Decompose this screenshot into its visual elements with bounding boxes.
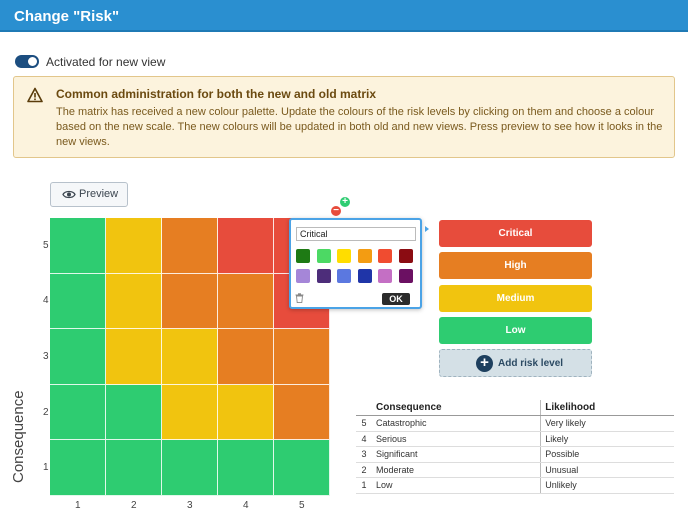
matrix-cell[interactable] — [218, 218, 274, 274]
column-header-likelihood: Likelihood — [540, 400, 674, 416]
alert-body: The matrix has received a new colour pal… — [56, 106, 663, 148]
matrix-cell[interactable] — [106, 329, 162, 385]
color-swatch[interactable] — [337, 269, 351, 283]
add-risk-level-button[interactable]: + Add risk level — [439, 349, 592, 377]
toggle-label: Activated for new view — [46, 55, 166, 69]
activation-toggle[interactable] — [15, 55, 39, 68]
color-swatch[interactable] — [316, 249, 331, 263]
color-swatch[interactable] — [357, 269, 372, 283]
color-swatch[interactable] — [357, 249, 372, 263]
column-header-number — [356, 400, 372, 416]
risk-matrix — [50, 218, 330, 496]
matrix-cell[interactable] — [274, 440, 330, 496]
y-axis-label: Consequence — [10, 390, 27, 483]
caret-icon — [425, 226, 429, 232]
plus-circle-icon[interactable]: + — [340, 197, 350, 207]
matrix-cell[interactable] — [50, 384, 106, 441]
color-swatch[interactable] — [296, 269, 310, 283]
scale-table: Consequence Likelihood 5 Catastrophic Ve… — [356, 400, 674, 494]
likelihood-cell: Likely — [540, 431, 674, 447]
color-swatch[interactable] — [316, 269, 331, 283]
risk-level-low[interactable]: Low — [439, 316, 592, 344]
matrix-cell[interactable] — [218, 440, 274, 496]
consequence-cell: Serious — [372, 431, 541, 447]
consequence-cell: Low — [372, 477, 541, 494]
title-bar: Change "Risk" — [0, 0, 688, 32]
row-number: 2 — [356, 462, 372, 478]
x-tick-label: 5 — [299, 500, 305, 511]
matrix-cell[interactable] — [274, 329, 330, 385]
y-tick-label: 3 — [43, 351, 49, 362]
window-title: Change "Risk" — [14, 8, 120, 25]
consequence-cell: Catastrophic — [372, 415, 541, 432]
table-row: 3 Significant Possible — [356, 446, 674, 463]
y-tick-label: 2 — [43, 406, 49, 418]
color-swatch[interactable] — [378, 249, 392, 263]
matrix-cell[interactable] — [106, 273, 162, 330]
matrix-cell[interactable] — [162, 384, 218, 441]
row-number: 3 — [356, 446, 372, 463]
eye-icon — [62, 190, 76, 199]
table-row: 1 Low Unlikely — [356, 477, 674, 494]
preview-label: Preview — [79, 188, 119, 200]
color-swatch[interactable] — [398, 269, 413, 283]
matrix-cell[interactable] — [50, 273, 106, 330]
table-row: 2 Moderate Unusual — [356, 462, 674, 478]
row-number: 1 — [356, 477, 372, 494]
matrix-cell[interactable] — [162, 329, 218, 385]
alert-heading: Common administration for both the new a… — [56, 87, 377, 101]
likelihood-cell: Very likely — [540, 415, 674, 432]
info-alert: Common administration for both the new a… — [13, 76, 675, 158]
y-tick-label: 5 — [43, 239, 49, 251]
likelihood-cell: Unlikely — [540, 477, 674, 494]
consequence-cell: Significant — [372, 446, 541, 463]
matrix-cell[interactable] — [274, 384, 330, 441]
trash-icon[interactable] — [295, 293, 304, 303]
risk-level-critical[interactable]: Critical — [439, 220, 592, 247]
toggle-knob — [28, 57, 37, 66]
likelihood-cell: Unusual — [540, 462, 674, 478]
preview-button[interactable]: Preview — [50, 182, 128, 207]
color-swatch[interactable] — [378, 269, 392, 283]
matrix-cell[interactable] — [50, 329, 106, 385]
color-picker-popup: OK — [289, 218, 422, 309]
y-tick-label: 1 — [43, 462, 49, 474]
color-swatch[interactable] — [398, 249, 413, 263]
y-tick-label: 4 — [43, 295, 49, 307]
risk-level-medium[interactable]: Medium — [439, 284, 592, 312]
x-tick-label: 2 — [131, 500, 137, 511]
color-swatch[interactable] — [296, 249, 310, 263]
minus-circle-icon[interactable]: − — [331, 206, 341, 216]
matrix-cell[interactable] — [106, 440, 162, 496]
table-row: 4 Serious Likely — [356, 431, 674, 447]
level-name-input[interactable] — [296, 227, 416, 241]
matrix-cell[interactable] — [106, 218, 162, 274]
matrix-cell[interactable] — [106, 384, 162, 441]
table-header-row: Consequence Likelihood — [356, 400, 674, 416]
add-icon: + — [476, 355, 493, 372]
risk-level-high[interactable]: High — [439, 252, 592, 280]
matrix-cell[interactable] — [50, 218, 106, 274]
matrix-cell[interactable] — [218, 329, 274, 385]
table-row: 5 Catastrophic Very likely — [356, 415, 674, 432]
matrix-cell[interactable] — [162, 218, 218, 274]
matrix-cell[interactable] — [218, 384, 274, 441]
consequence-cell: Moderate — [372, 462, 541, 478]
matrix-cell[interactable] — [218, 273, 274, 330]
matrix-cell[interactable] — [162, 273, 218, 330]
likelihood-cell: Possible — [540, 446, 674, 463]
matrix-cell[interactable] — [162, 440, 218, 496]
x-tick-label: 4 — [243, 500, 249, 511]
matrix-cell[interactable] — [50, 440, 106, 496]
row-number: 5 — [356, 415, 372, 432]
row-number: 4 — [356, 431, 372, 447]
column-header-consequence: Consequence — [372, 400, 541, 416]
warning-icon — [27, 87, 43, 103]
color-swatch[interactable] — [337, 249, 351, 263]
add-risk-level-label: Add risk level — [498, 358, 564, 369]
x-tick-label: 1 — [75, 500, 81, 511]
ok-button[interactable]: OK — [382, 293, 410, 305]
x-tick-label: 3 — [187, 500, 193, 511]
